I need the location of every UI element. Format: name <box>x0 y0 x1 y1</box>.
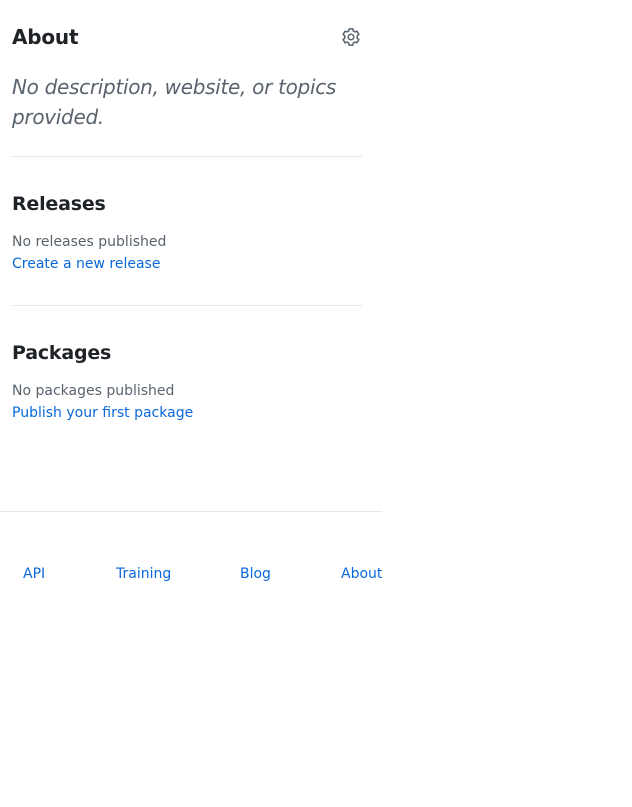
footer-link-training[interactable]: Training <box>116 562 171 586</box>
releases-title: Releases <box>12 193 106 215</box>
repository-sidebar: About No description, website, or topics… <box>12 0 362 454</box>
publish-first-package-link[interactable]: Publish your first package <box>12 402 193 424</box>
create-new-release-link[interactable]: Create a new release <box>12 253 160 275</box>
gear-icon <box>342 28 360 46</box>
footer-divider <box>0 511 382 512</box>
footer-links: API Training Blog About <box>0 562 382 586</box>
about-title: About <box>12 25 79 49</box>
releases-empty-text: No releases published <box>12 234 167 250</box>
footer-link-blog[interactable]: Blog <box>240 562 271 586</box>
releases-section: Releases No releases published Create a … <box>12 157 362 306</box>
footer-link-about[interactable]: About <box>341 562 382 586</box>
packages-section: Packages No packages published Publish y… <box>12 306 362 454</box>
about-section: About No description, website, or topics… <box>12 0 362 157</box>
packages-empty-text: No packages published <box>12 383 175 399</box>
packages-title: Packages <box>12 342 112 364</box>
footer-link-api[interactable]: API <box>23 562 45 586</box>
about-description: No description, website, or topics provi… <box>12 75 337 129</box>
repository-sidebar-page: About No description, website, or topics… <box>0 0 632 807</box>
packages-header: Packages <box>12 336 362 370</box>
about-header: About <box>12 24 362 50</box>
releases-header: Releases <box>12 187 362 221</box>
about-settings-button[interactable] <box>339 25 363 49</box>
